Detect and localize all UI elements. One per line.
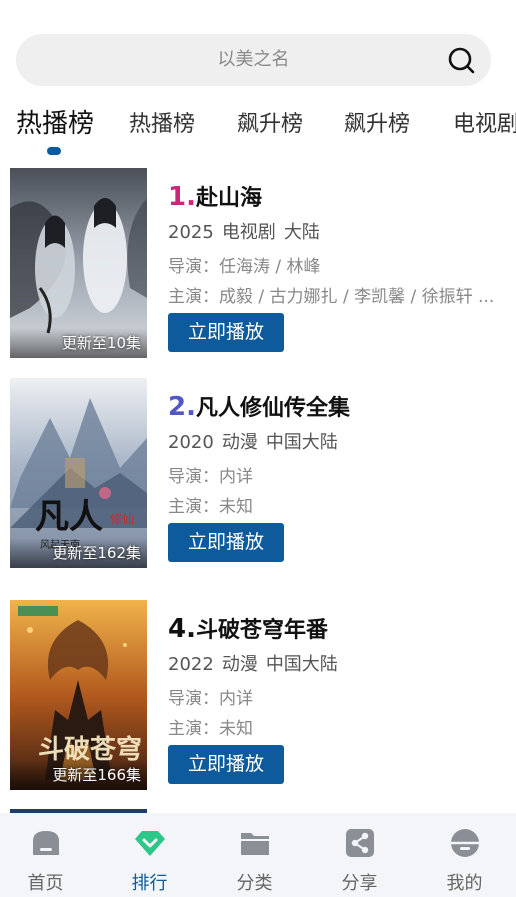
tab-tv-series[interactable]: 电视剧 [453, 106, 516, 138]
ranking-list: 更新至10集 1.赴山海 2025 电视剧 大陆 导演：任海涛 / 林峰 主演：成毅… [0, 168, 516, 813]
region: 中国大陆 [265, 654, 338, 675]
list-item[interactable]: 斗破苍穹 更新至166集 4.斗破苍穹年番 2022 动漫 中国大陆 导演：内详 主… [0, 600, 516, 792]
director: 导演：内详 [168, 467, 253, 487]
poster-image[interactable]: 更新至10集 [10, 168, 147, 358]
region: 中国大陆 [265, 432, 338, 453]
folder-icon [241, 833, 269, 855]
title-text: 赴山海 [195, 186, 262, 211]
rank-number: 2. [168, 392, 196, 422]
nav-category[interactable]: 分类 [203, 813, 306, 897]
actors: 主演：未知 [168, 497, 253, 517]
search-icon[interactable] [447, 46, 475, 74]
search-bar[interactable]: 以美之名 [16, 34, 491, 86]
svg-text:凡人: 凡人 [35, 497, 103, 537]
type: 电视剧 [221, 222, 276, 243]
list-item[interactable]: 更新至10集 1.赴山海 2025 电视剧 大陆 导演：任海涛 / 林峰 主演：成毅… [0, 168, 516, 360]
bottom-nav: 首页 排行 分类 分享 我的 [0, 813, 516, 897]
poster-image[interactable]: 凡人 修仙 风起天南 更新至162集 [10, 378, 147, 568]
actors: 主演：成毅 / 古力娜扎 / 李凯馨 / 徐振轩 ... [168, 287, 495, 307]
home-icon [33, 831, 59, 855]
rank-number: 1. [168, 182, 196, 212]
nav-label: 分享 [341, 873, 378, 894]
share-icon [346, 829, 374, 857]
nav-profile[interactable]: 我的 [413, 813, 516, 897]
year: 2020 [168, 432, 214, 453]
nav-home[interactable]: 首页 [0, 813, 97, 897]
nav-label: 分类 [236, 873, 273, 894]
item-title[interactable]: 2.凡人修仙传全集 [168, 390, 350, 422]
rank-tabs: 热播榜 热播榜 飙升榜 飙升榜 电视剧 [0, 100, 516, 160]
tab-rising-2[interactable]: 飙升榜 [344, 106, 410, 138]
item-title[interactable]: 4.斗破苍穹年番 [168, 612, 328, 644]
episode-badge: 更新至162集 [52, 544, 141, 562]
tab-hot-active[interactable]: 热播榜 [16, 103, 94, 140]
list-item[interactable]: 凡人 修仙 风起天南 更新至162集 2.凡人修仙传全集 2020动漫中国大陆 … [0, 378, 516, 570]
item-title[interactable]: 1.赴山海 [168, 180, 262, 212]
item-meta: 2025 电视剧 大陆 [168, 218, 328, 244]
nav-ranking[interactable]: 排行 [98, 813, 201, 897]
type: 动漫 [221, 432, 258, 453]
title-text: 凡人修仙传全集 [195, 396, 350, 421]
nav-share[interactable]: 分享 [308, 813, 411, 897]
region: 大陆 [283, 222, 320, 243]
nav-label: 排行 [131, 873, 168, 894]
type: 动漫 [221, 654, 258, 675]
search-input[interactable]: 以美之名 [16, 34, 491, 86]
year: 2022 [168, 654, 214, 675]
item-meta: 2020 动漫 中国大陆 [168, 428, 346, 454]
ranking-gem-icon [135, 831, 165, 856]
year: 2025 [168, 222, 214, 243]
director: 导演：任海涛 / 林峰 [168, 257, 321, 277]
tab-indicator [47, 147, 61, 155]
director: 导演：内详 [168, 689, 253, 709]
profile-icon [451, 829, 479, 857]
tab-hot[interactable]: 热播榜 [129, 106, 195, 138]
poster-image[interactable]: 斗破苍穹 更新至166集 [10, 600, 147, 790]
nav-label: 我的 [446, 873, 483, 894]
rank-number: 4. [168, 614, 196, 644]
episode-badge: 更新至166集 [52, 766, 141, 784]
play-now-button[interactable]: 立即播放 [168, 313, 284, 352]
item-meta: 2022 动漫 中国大陆 [168, 650, 346, 676]
play-now-button[interactable]: 立即播放 [168, 745, 284, 784]
episode-badge: 更新至10集 [61, 334, 141, 352]
play-now-button[interactable]: 立即播放 [168, 523, 284, 562]
title-text: 斗破苍穹年番 [195, 618, 328, 643]
svg-text:修仙: 修仙 [110, 511, 134, 526]
nav-label: 首页 [27, 873, 64, 894]
tab-rising[interactable]: 飙升榜 [237, 106, 303, 138]
actors: 主演：未知 [168, 719, 253, 739]
